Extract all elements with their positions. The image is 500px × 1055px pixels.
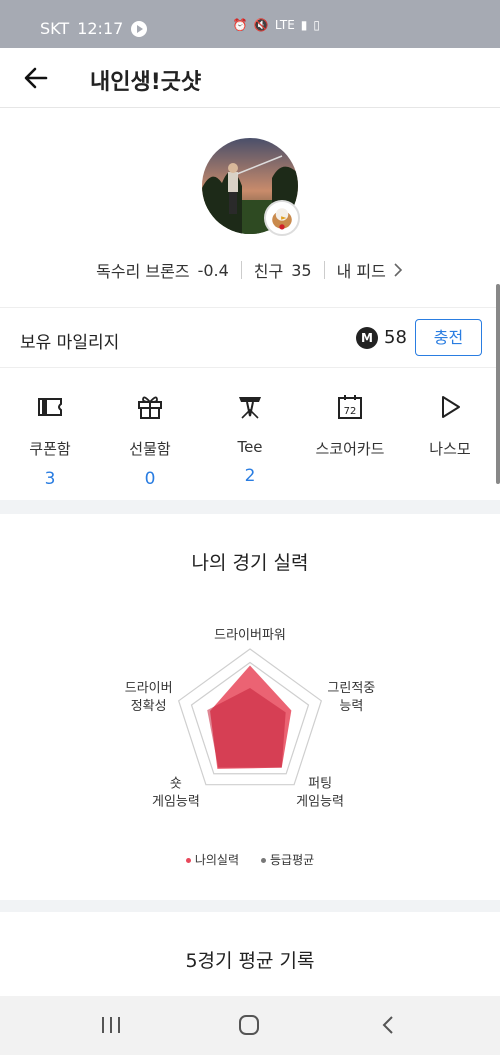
skill-radar-chart: 드라이버파워그린적중 능력퍼팅 게임능력 숏 게임능력 드라이버 정확성 [125, 628, 376, 810]
menu-nasmo[interactable]: 나스모 [400, 368, 500, 500]
gift-icon [138, 396, 162, 419]
divider [240, 261, 242, 279]
chevron-right-icon[interactable] [392, 262, 404, 278]
radar-axis-label: 숏 게임능력 [152, 777, 200, 810]
grade-label: 독수리 브론즈 [96, 262, 190, 281]
friends-count[interactable]: 35 [291, 261, 311, 280]
legend-my-dot [185, 858, 191, 863]
recent-apps-icon[interactable] [100, 1015, 122, 1035]
status-icons: ⏰ 🔇 LTE ▮ ▯ [233, 18, 320, 32]
carrier-text: SKT [40, 19, 70, 38]
mute-icon: 🔇 [253, 18, 269, 32]
legend-my-label: 나의실력 [194, 853, 239, 867]
media-play-icon [131, 20, 148, 37]
menu-tee[interactable]: Tee 2 [200, 368, 300, 500]
divider [323, 261, 325, 279]
radar-axis-label: 드라이버파워 [214, 628, 286, 643]
mileage-label: 보유 마일리지 [20, 333, 120, 353]
radar-axis-label: 드라이버 정확성 [125, 681, 173, 714]
battery-icon: ▯ [313, 18, 320, 32]
legend-my: 나의실력 [185, 851, 239, 868]
grade-value: -0.4 [197, 260, 229, 280]
menu-coupon[interactable]: 쿠폰함 3 [0, 368, 100, 500]
scorecard-icon: 72 [338, 395, 362, 419]
menu-gift[interactable]: 선물함 0 [100, 368, 200, 500]
back-arrow-icon[interactable] [22, 64, 50, 92]
scrollbar[interactable] [496, 284, 500, 484]
tee-icon [239, 397, 261, 419]
quick-menu: 쿠폰함 3 선물함 0 Tee 2 72 스코어카드 나스모 [0, 368, 500, 500]
skill-section: 나의 경기 실력 드라이버파워 그린적중 능력 퍼팅 게임능력 숏 게임능력 드라이버 정확성 … [0, 514, 500, 900]
menu-scorecard[interactable]: 72 스코어카드 [300, 368, 400, 500]
back-nav-icon[interactable] [380, 1015, 396, 1035]
alarm-icon: ⏰ [232, 18, 248, 32]
menu-count: 2 [244, 466, 256, 486]
home-icon[interactable] [238, 1015, 260, 1035]
menu-label: 스코어카드 [315, 440, 385, 458]
signal-icon: ▮ [300, 18, 308, 32]
time-text: 12:17 [77, 19, 124, 38]
eagle-badge-icon [264, 200, 300, 236]
friends-label[interactable]: 친구 [254, 258, 283, 282]
legend-avg-dot [261, 858, 266, 863]
mileage-row: 보유 마일리지 M 58 충전 [0, 308, 500, 368]
menu-label: 쿠폰함 [29, 440, 71, 458]
status-bar: SKT 12:17 ⏰ 🔇 LTE ▮ ▯ [0, 0, 500, 48]
five-game-average-title: 5경기 평균 기록 [185, 950, 315, 972]
mileage-icon: M [356, 327, 378, 349]
page-title: 내인생!긋샷 [90, 70, 202, 95]
chart-legend: 나의실력 등급평균 [0, 851, 500, 868]
system-nav-bar [0, 996, 500, 1055]
menu-count: 0 [144, 469, 156, 489]
app-bar: 내인생!긋샷 [0, 48, 500, 108]
skill-title: 나의 경기 실력 [191, 552, 309, 574]
scorecard-icon-text: 72 [344, 406, 357, 417]
radar-axis-label: 퍼팅 게임능력 [296, 777, 344, 810]
profile-stats: 독수리 브론즈 -0.4 친구 35 내 피드 [0, 258, 500, 282]
legend-avg-label: 등급평균 [270, 853, 315, 867]
mileage-value: 58 [384, 327, 407, 348]
menu-label: 선물함 [129, 440, 171, 458]
my-feed-link[interactable]: 내 피드 [337, 258, 386, 282]
ticket-icon [38, 398, 62, 416]
five-game-average-section: 5경기 평균 기록 [0, 912, 500, 996]
legend-avg: 등급평균 [261, 851, 314, 868]
radar-axis-label: 그린적중 능력 [327, 681, 375, 714]
profile-section: 독수리 브론즈 -0.4 친구 35 내 피드 [0, 108, 500, 308]
play-icon [442, 396, 460, 418]
menu-label: 나스모 [429, 440, 471, 458]
network-text: LTE [274, 18, 295, 32]
menu-label: Tee [237, 438, 263, 456]
menu-count: 3 [44, 469, 56, 489]
charge-button[interactable]: 충전 [415, 319, 482, 356]
